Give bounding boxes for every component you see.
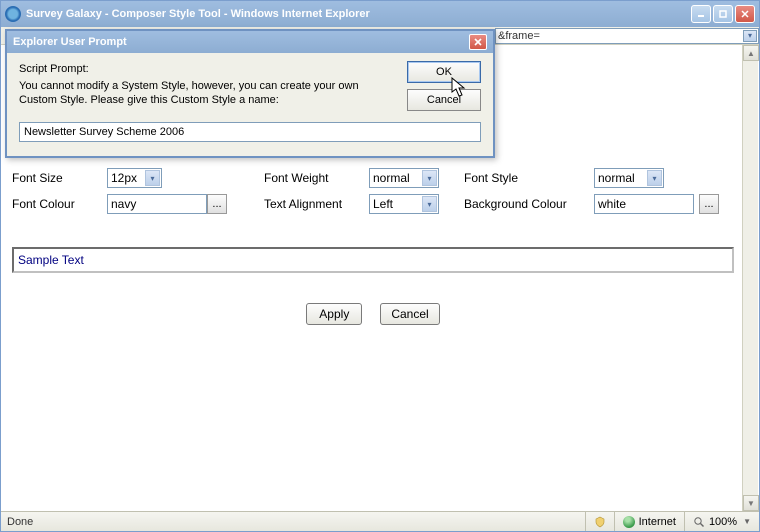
maximize-button[interactable] (713, 5, 733, 23)
close-button[interactable] (735, 5, 755, 23)
font-weight-select[interactable]: normal ▾ (369, 168, 439, 188)
zoom-dropdown-icon[interactable]: ▼ (743, 517, 751, 526)
zone-text: Internet (639, 516, 676, 528)
shield-icon (594, 516, 606, 528)
text-align-select[interactable]: Left ▾ (369, 194, 439, 214)
chevron-down-icon: ▾ (145, 170, 160, 186)
dialog-titlebar: Explorer User Prompt (7, 31, 493, 53)
text-align-label: Text Alignment (264, 197, 364, 211)
apply-button[interactable]: Apply (306, 303, 362, 325)
cancel-button[interactable]: Cancel (380, 303, 439, 325)
bg-colour-input[interactable] (594, 194, 694, 214)
row-2: Font Colour ... Text Alignment Left ▾ Ba… (12, 191, 734, 217)
sample-preview: Sample Text (12, 247, 734, 273)
address-field[interactable]: &frame= ▾ (495, 28, 759, 44)
main-window: Survey Galaxy - Composer Style Tool - Wi… (0, 0, 760, 532)
address-text: &frame= (498, 30, 540, 42)
dialog-close-button[interactable] (469, 34, 487, 50)
font-size-select[interactable]: 12px ▾ (107, 168, 162, 188)
prompt-message: You cannot modify a System Style, howeve… (19, 79, 389, 108)
status-zone-cell[interactable]: Internet (614, 512, 684, 531)
status-text: Done (1, 516, 585, 528)
close-icon (473, 37, 483, 47)
bg-colour-picker-button[interactable]: ... (699, 194, 719, 214)
zoom-text: 100% (709, 516, 737, 528)
status-security-cell (585, 512, 614, 531)
vertical-scrollbar[interactable]: ▲ ▼ (742, 45, 758, 511)
font-colour-input[interactable] (107, 194, 207, 214)
font-colour-picker-button[interactable]: ... (207, 194, 227, 214)
status-zoom-cell[interactable]: 100% ▼ (684, 512, 759, 531)
globe-icon (623, 516, 635, 528)
status-bar: Done Internet 100% ▼ (1, 511, 759, 531)
window-title: Survey Galaxy - Composer Style Tool - Wi… (26, 8, 691, 20)
dialog-ok-button[interactable]: OK (407, 61, 481, 83)
font-style-select[interactable]: normal ▾ (594, 168, 664, 188)
chevron-down-icon: ▾ (647, 170, 662, 186)
ie-icon (5, 6, 21, 22)
chevron-down-icon: ▾ (422, 196, 437, 212)
chevron-down-icon: ▾ (422, 170, 437, 186)
form-button-row: Apply Cancel (12, 303, 734, 325)
prompt-input[interactable] (19, 122, 481, 142)
dialog-cancel-button[interactable]: Cancel (407, 89, 481, 111)
row-1: Font Size 12px ▾ Font Weight normal ▾ Fo… (12, 165, 734, 191)
font-style-label: Font Style (464, 171, 589, 185)
scroll-up-button[interactable]: ▲ (743, 45, 759, 61)
font-size-label: Font Size (12, 171, 102, 185)
prompt-dialog: Explorer User Prompt OK Cancel Script Pr… (5, 29, 495, 158)
sample-text: Sample Text (18, 253, 84, 267)
dialog-title: Explorer User Prompt (13, 36, 127, 48)
style-form: Font Size 12px ▾ Font Weight normal ▾ Fo… (12, 165, 734, 325)
titlebar: Survey Galaxy - Composer Style Tool - Wi… (1, 1, 759, 27)
dialog-body: OK Cancel Script Prompt: You cannot modi… (7, 53, 493, 156)
scroll-down-button[interactable]: ▼ (743, 495, 759, 511)
address-dropdown-button[interactable]: ▾ (743, 30, 757, 42)
minimize-button[interactable] (691, 5, 711, 23)
bg-colour-label: Background Colour (464, 197, 589, 211)
font-weight-label: Font Weight (264, 171, 364, 185)
magnifier-icon (693, 516, 705, 528)
font-colour-label: Font Colour (12, 197, 102, 211)
